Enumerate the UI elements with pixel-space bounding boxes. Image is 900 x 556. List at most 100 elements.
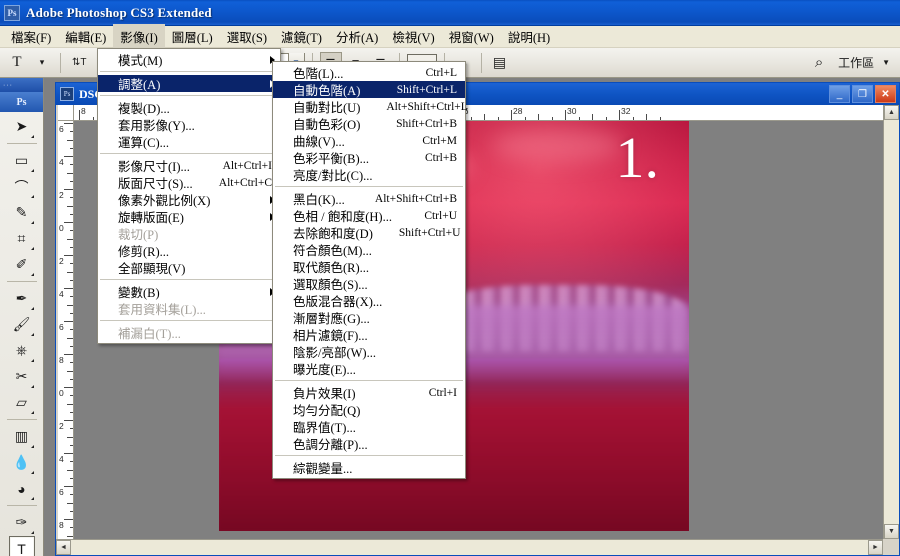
dodge-tool[interactable]: ◕ [9, 476, 35, 501]
menu-item[interactable]: 色相 / 飽和度(H)... Ctrl+U [273, 207, 465, 225]
tool-flyout-triangle-icon[interactable] [30, 411, 34, 414]
menu-analysis[interactable]: 分析(A) [329, 24, 385, 49]
tool-flyout-triangle-icon[interactable] [30, 359, 34, 362]
move-tool[interactable]: ➤ [9, 114, 35, 139]
menu-item[interactable]: 版面尺寸(S)... Alt+Ctrl+C [98, 174, 280, 192]
menu-item[interactable]: 修剪(R)... [98, 242, 280, 259]
menu-image[interactable]: 影像(I) [113, 24, 165, 49]
menu-item[interactable]: 像素外觀比例(X) [98, 191, 280, 208]
menu-item[interactable]: 變數(B) [98, 283, 280, 300]
menu-item[interactable]: 黑白(K)... Alt+Shift+Ctrl+B [273, 190, 465, 208]
tool-flyout-triangle-icon[interactable] [30, 247, 34, 250]
horizontal-scrollbar[interactable]: ◄ ► [56, 539, 883, 555]
menu-item[interactable]: 均勻分配(Q) [273, 401, 465, 418]
menu-item[interactable]: 去除飽和度(D) Shift+Ctrl+U [273, 224, 465, 242]
menu-window[interactable]: 視窗(W) [442, 24, 501, 49]
workspace-chevron-down-icon[interactable]: ▼ [882, 58, 890, 67]
tool-flyout-triangle-icon[interactable] [30, 333, 34, 336]
tool-preset-chevron-down-icon[interactable]: ▾ [31, 52, 53, 74]
menu-help[interactable]: 說明(H) [501, 24, 557, 49]
menu-item[interactable]: 色版混合器(X)... [273, 292, 465, 309]
gradient-tool[interactable]: ▥ [9, 424, 35, 449]
adjustments-submenu[interactable]: 色階(L)... Ctrl+L 自動色階(A) Shift+Ctrl+L 自動對比(U)… [272, 61, 468, 479]
history-brush-tool[interactable]: ✂ [9, 364, 35, 389]
menu-item[interactable]: 選取顏色(S)... [273, 275, 465, 292]
maximize-button[interactable]: ❐ [852, 85, 873, 103]
menu-view[interactable]: 檢視(V) [385, 24, 441, 49]
tool-flyout-triangle-icon[interactable] [30, 471, 34, 474]
menu-item[interactable]: 綜觀變量... [273, 459, 465, 476]
menu-item[interactable]: 影像尺寸(I)... Alt+Ctrl+I [98, 157, 280, 175]
ruler-minor-tick [70, 395, 73, 397]
menu-item[interactable]: 曝光度(E)... [273, 360, 465, 377]
menu-item[interactable]: 運算(C)... [98, 133, 280, 150]
menu-item[interactable]: 相片濾鏡(F)... [273, 326, 465, 343]
tool-flyout-triangle-icon[interactable] [30, 273, 34, 276]
marquee-tool[interactable]: ▭ [9, 148, 35, 173]
ruler-major-tick [64, 123, 73, 124]
menu-item[interactable]: 取代顏色(R)... [273, 258, 465, 275]
menu-item[interactable]: 臨界值(T)... [273, 418, 465, 435]
type-tool-icon[interactable]: T [6, 52, 28, 74]
menu-item[interactable]: 色調分離(P)... [273, 435, 465, 452]
tool-flyout-triangle-icon[interactable] [30, 307, 34, 310]
eyedropper-tool[interactable]: ✐ [9, 252, 35, 277]
menu-item[interactable]: 亮度/對比(C)... [273, 166, 465, 183]
menu-item[interactable]: 漸層對應(G)... [273, 309, 465, 326]
menu-item[interactable]: 色階(L)... Ctrl+L [273, 64, 465, 82]
menu-filter[interactable]: 濾鏡(T) [274, 24, 329, 49]
scroll-right-button[interactable]: ► [868, 540, 883, 555]
menu-item[interactable]: 曲線(V)... Ctrl+M [273, 132, 465, 150]
menu-item[interactable]: 模式(M) [98, 51, 280, 68]
menu-item[interactable]: 自動對比(U) Alt+Shift+Ctrl+L [273, 98, 468, 116]
tool-flyout-triangle-icon[interactable] [30, 445, 34, 448]
tool-flyout-triangle-icon[interactable] [30, 135, 34, 138]
close-button[interactable]: ✕ [875, 85, 896, 103]
magic-wand-tool[interactable]: ✎ [9, 200, 35, 225]
menu-item[interactable]: 符合顏色(M)... [273, 241, 465, 258]
menu-item[interactable]: 複製(D)... [98, 99, 280, 116]
vertical-ruler[interactable]: 6 4 2 0 2 4 6 8 0 2 4 6 8 [58, 121, 74, 539]
ruler-minor-tick [70, 213, 73, 215]
tool-flyout-triangle-icon[interactable] [30, 169, 34, 172]
type-tool[interactable]: T [8, 536, 35, 556]
menu-item[interactable]: 旋轉版面(E) [98, 208, 280, 225]
menu-item[interactable]: 套用影像(Y)... [98, 116, 280, 133]
clone-stamp-tool[interactable]: ⎈ [9, 338, 35, 363]
tool-flyout-triangle-icon[interactable] [30, 221, 34, 224]
menu-select[interactable]: 選取(S) [220, 24, 274, 49]
scroll-down-button[interactable]: ▼ [884, 524, 899, 539]
menu-item[interactable]: 負片效果(I) Ctrl+I [273, 384, 465, 402]
bridge-icon[interactable]: ⌕ [808, 52, 830, 74]
character-palette-icon[interactable]: ▤ [489, 52, 511, 74]
menu-item[interactable]: 調整(A) [98, 75, 280, 92]
menu-item[interactable]: 色彩平衡(B)... Ctrl+B [273, 149, 465, 167]
toolbox-grip[interactable]: ··· [0, 78, 43, 92]
menu-item[interactable]: 全部顯現(V) [98, 259, 280, 276]
blur-tool[interactable]: 💧 [9, 450, 35, 475]
workspace-label[interactable]: 工作區 [838, 54, 874, 71]
menu-item[interactable]: 陰影/亮部(W)... [273, 343, 465, 360]
tool-flyout-triangle-icon[interactable] [30, 385, 34, 388]
vertical-scrollbar[interactable]: ▲ ▼ [883, 105, 899, 539]
pen-tool[interactable]: ✑ [9, 510, 35, 535]
scroll-up-button[interactable]: ▲ [884, 105, 899, 120]
eraser-tool[interactable]: ▱ [9, 390, 35, 415]
menu-edit[interactable]: 編輯(E) [58, 24, 113, 49]
menu-item[interactable]: 自動色階(A) Shift+Ctrl+L [273, 81, 465, 98]
menu-layer[interactable]: 圖層(L) [165, 24, 220, 49]
text-orientation-icon[interactable]: ⇅T [68, 52, 91, 74]
crop-tool[interactable]: ⌗ [9, 226, 35, 251]
scroll-left-button[interactable]: ◄ [56, 540, 71, 555]
menu-file[interactable]: 檔案(F) [4, 24, 58, 49]
minimize-button[interactable]: _ [829, 85, 850, 103]
brush-tool[interactable]: 🖌 [9, 312, 35, 337]
menu-item[interactable]: 自動色彩(O) Shift+Ctrl+B [273, 115, 465, 133]
healing-brush-tool[interactable]: ✒ [9, 286, 35, 311]
tool-flyout-triangle-icon[interactable] [30, 497, 34, 500]
image-menu-dropdown[interactable]: 模式(M) 調整(A) 複製(D)... 套用影像(Y)... 運算(C)... 影像尺寸… [97, 48, 281, 344]
lasso-tool[interactable]: ⌒ [9, 174, 35, 199]
canvas-text-layer[interactable]: 1. [616, 129, 660, 187]
tool-flyout-triangle-icon[interactable] [30, 195, 34, 198]
tool-flyout-triangle-icon[interactable] [30, 531, 34, 534]
